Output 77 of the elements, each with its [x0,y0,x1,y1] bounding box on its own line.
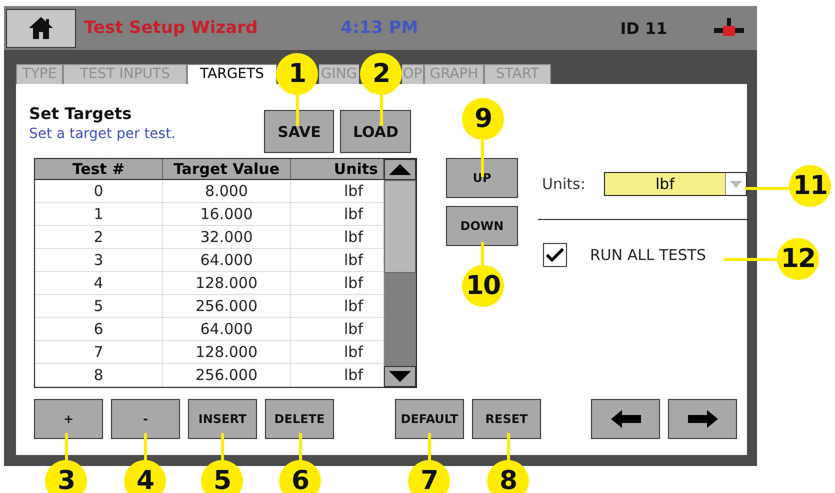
column-header: Target Value [163,159,291,180]
table-cell: 4 [35,272,163,295]
leader-line [507,433,510,461]
left-arrow-icon [610,410,640,428]
device-id: ID 11 [620,18,668,38]
scrollbar-thumb[interactable] [384,180,416,273]
column-header: Units [291,159,384,180]
dropdown-value: lbf [654,174,676,195]
dropdown-arrow-button[interactable] [725,173,746,195]
reset-button[interactable]: RESET [472,399,541,439]
back-button[interactable] [591,399,660,439]
callout-number: 3 [45,460,87,493]
checkbox[interactable] [543,243,567,267]
move-button[interactable]: DOWN [446,206,518,246]
callout-number: 7 [408,460,450,493]
table-cell: 64.000 [163,318,291,341]
leader-line [299,433,302,461]
reset-button[interactable]: DEFAULT [395,399,464,439]
table-cell: 32.000 [163,226,291,249]
table-cell: 2 [35,226,163,249]
table-cell: 8.000 [163,180,291,203]
right-arrow-icon [688,410,718,428]
table-cell: 1 [35,203,163,226]
row-edit-button[interactable]: - [111,399,180,439]
caret-icon [730,180,742,188]
up-triangle-icon [389,164,411,175]
file-button[interactable]: SAVE [264,110,334,153]
table-cell: 0 [35,180,163,203]
units-dropdown[interactable]: lbf [604,172,747,196]
leader-line [221,433,224,461]
window-title: Test Setup Wizard [84,18,258,38]
callout-number: 12 [777,238,819,280]
row-edit-button[interactable]: DELETE [265,399,334,439]
callout-number: 5 [201,460,243,493]
table-cell: 8 [35,364,163,387]
home-button[interactable] [6,8,76,48]
table-cell: 128.000 [163,341,291,364]
callout-number: 8 [487,460,529,493]
checkbox-label: RUN ALL TESTS [590,246,706,264]
leader-line [296,94,299,126]
leader-line [144,433,147,461]
leader-line [745,187,790,190]
row-edit-button[interactable]: + [34,399,103,439]
tab[interactable]: TARGETS [187,64,277,84]
leader-line [481,242,484,266]
leader-line [65,433,68,461]
table-cell: 16.000 [163,203,291,226]
callout-number: 4 [124,460,166,493]
column-header: Test # [35,159,163,180]
table-cell: 256.000 [163,364,291,387]
table-cell: 128.000 [163,272,291,295]
table-cell: 64.000 [163,249,291,272]
callout-number: 6 [279,460,321,493]
scrollbar[interactable] [384,159,416,387]
leader-line [380,94,383,126]
move-button[interactable]: UP [446,158,518,198]
checkmark-icon [546,248,564,262]
leader-line [428,433,431,461]
clock-time: 4:13 PM [340,18,418,38]
home-icon [28,16,54,40]
table-cell: 256.000 [163,295,291,318]
scroll-up-button[interactable] [384,159,416,180]
table-cell: 3 [35,249,163,272]
down-triangle-icon [389,371,411,382]
callout-number: 11 [789,165,831,207]
table-cell: 6 [35,318,163,341]
table-cell: 7 [35,341,163,364]
section-subtitle: Set a target per test. [29,126,177,142]
section-title: Set Targets [29,104,133,123]
units-label: Units: [542,175,586,193]
scroll-down-button[interactable] [384,366,416,387]
row-edit-button[interactable]: INSERT [188,399,257,439]
table-cell: 5 [35,295,163,318]
plunger-icon [713,17,746,39]
next-button[interactable] [668,399,737,439]
leader-line [724,258,778,261]
file-button[interactable]: LOAD [340,110,412,153]
